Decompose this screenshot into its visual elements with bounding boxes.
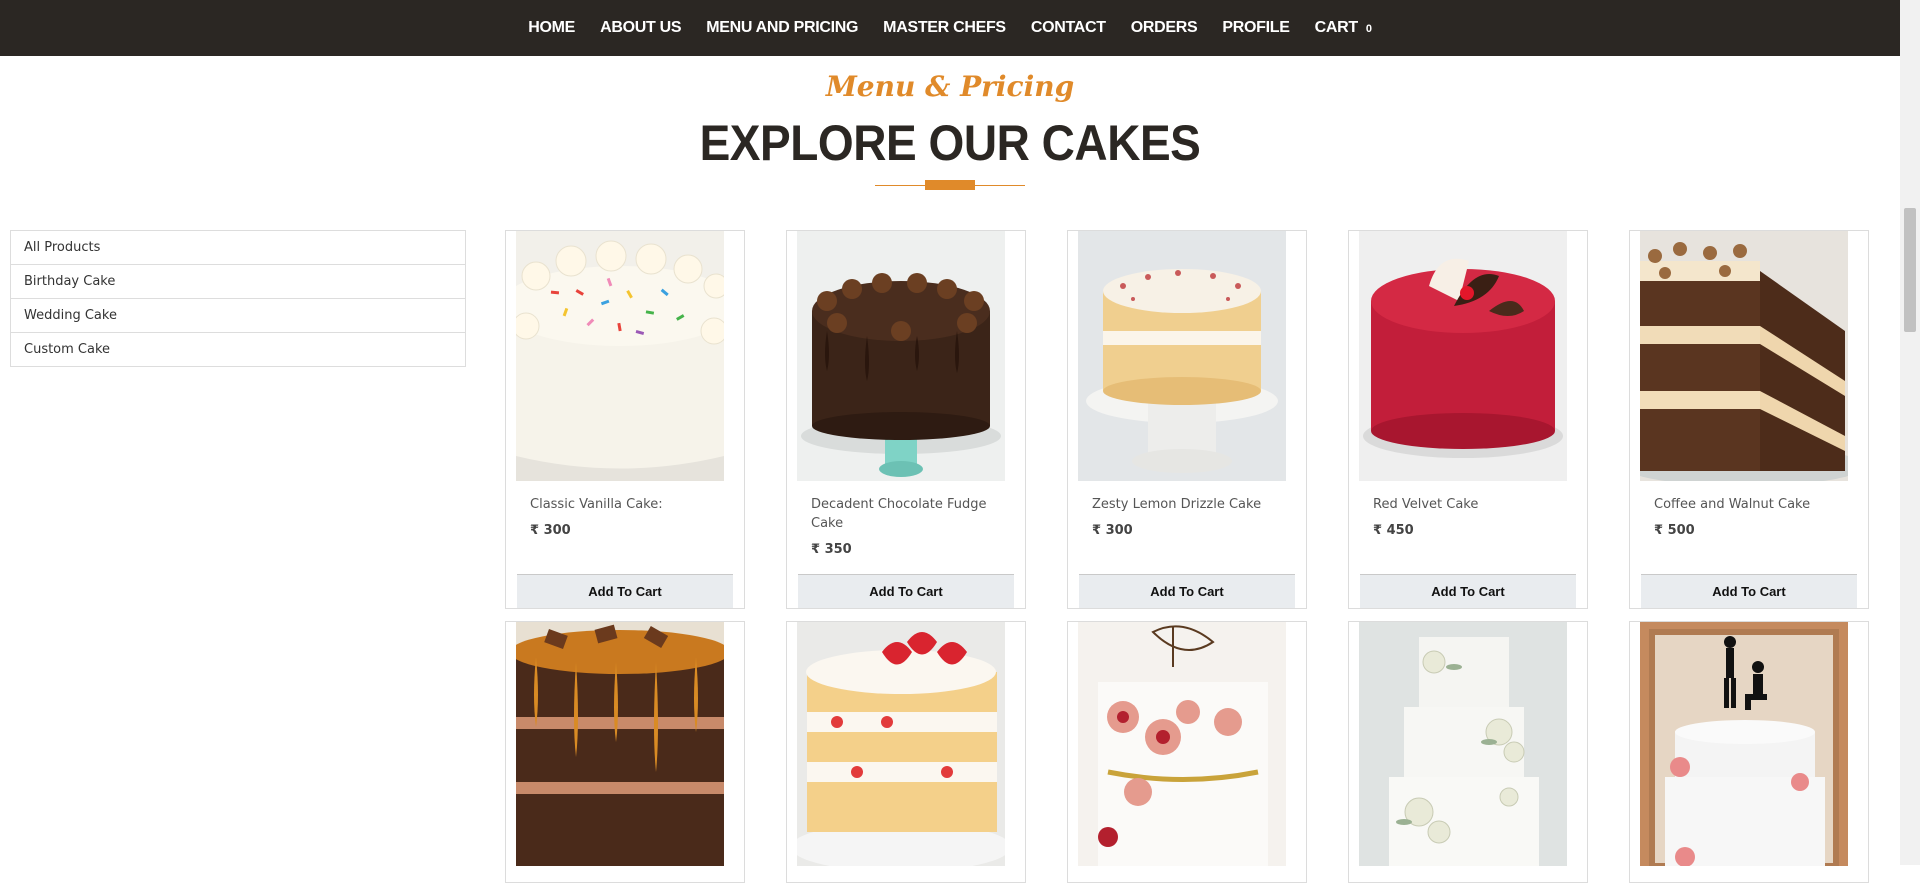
heading-divider bbox=[875, 180, 1025, 190]
scrollbar-thumb[interactable] bbox=[1904, 208, 1916, 332]
nav-cart[interactable]: CART 0 bbox=[1315, 19, 1372, 37]
add-to-cart-button[interactable]: Add To Cart bbox=[517, 574, 733, 608]
product-image[interactable] bbox=[1359, 231, 1567, 481]
nav-contact[interactable]: CONTACT bbox=[1031, 19, 1106, 37]
nav-profile[interactable]: PROFILE bbox=[1222, 19, 1290, 37]
product-price: ₹ 350 bbox=[811, 542, 852, 557]
add-to-cart-button[interactable]: Add To Cart bbox=[1360, 574, 1576, 608]
product-card bbox=[786, 621, 1026, 883]
cart-count-badge: 0 bbox=[1365, 23, 1372, 35]
main-navbar: HOME ABOUT US MENU AND PRICING MASTER CH… bbox=[0, 0, 1900, 56]
category-custom-cake[interactable]: Custom Cake bbox=[11, 333, 465, 366]
product-card: Decadent Chocolate Fudge Cake ₹ 350 Add … bbox=[786, 230, 1026, 609]
product-card bbox=[1348, 621, 1588, 883]
add-to-cart-button[interactable]: Add To Cart bbox=[1641, 574, 1857, 608]
product-name: Decadent Chocolate Fudge Cake bbox=[811, 497, 987, 531]
product-card: Red Velvet Cake ₹ 450 Add To Cart bbox=[1348, 230, 1588, 609]
section-subtitle: Menu & Pricing bbox=[825, 70, 1075, 103]
product-price: ₹ 300 bbox=[1092, 523, 1133, 538]
add-to-cart-button[interactable]: Add To Cart bbox=[798, 574, 1014, 608]
product-card: Coffee and Walnut Cake ₹ 500 Add To Cart bbox=[1629, 230, 1869, 609]
product-image[interactable] bbox=[797, 231, 1005, 481]
add-to-cart-button[interactable]: Add To Cart bbox=[1079, 574, 1295, 608]
product-card bbox=[1067, 621, 1307, 883]
product-image[interactable] bbox=[1640, 622, 1848, 866]
product-name: Coffee and Walnut Cake bbox=[1654, 497, 1811, 512]
product-name: Zesty Lemon Drizzle Cake bbox=[1092, 497, 1262, 512]
product-card bbox=[505, 621, 745, 883]
section-title: EXPLORE OUR CAKES bbox=[699, 115, 1201, 171]
product-image[interactable] bbox=[1640, 231, 1848, 481]
category-list: All Products Birthday Cake Wedding Cake … bbox=[10, 230, 466, 367]
nav-home[interactable]: HOME bbox=[528, 19, 575, 37]
product-image[interactable] bbox=[516, 231, 724, 481]
category-all-products[interactable]: All Products bbox=[11, 231, 465, 265]
product-card: Classic Vanilla Cake: ₹ 300 Add To Cart bbox=[505, 230, 745, 609]
product-name: Red Velvet Cake bbox=[1373, 497, 1479, 512]
nav-cart-label: CART bbox=[1314, 19, 1359, 36]
product-card bbox=[1629, 621, 1869, 883]
nav-menu-and-pricing[interactable]: MENU AND PRICING bbox=[706, 19, 858, 37]
product-image[interactable] bbox=[1078, 231, 1286, 481]
page-scrollbar[interactable] bbox=[1900, 0, 1920, 865]
product-price: ₹ 500 bbox=[1654, 523, 1695, 538]
product-price: ₹ 450 bbox=[1373, 523, 1414, 538]
nav-orders[interactable]: ORDERS bbox=[1131, 19, 1198, 37]
product-card: Zesty Lemon Drizzle Cake ₹ 300 Add To Ca… bbox=[1067, 230, 1307, 609]
product-name: Classic Vanilla Cake: bbox=[530, 497, 663, 512]
category-birthday-cake[interactable]: Birthday Cake bbox=[11, 265, 465, 299]
nav-about-us[interactable]: ABOUT US bbox=[600, 19, 681, 37]
category-wedding-cake[interactable]: Wedding Cake bbox=[11, 299, 465, 333]
product-image[interactable] bbox=[1359, 622, 1567, 866]
product-image[interactable] bbox=[797, 622, 1005, 866]
product-image[interactable] bbox=[1078, 622, 1286, 866]
product-image[interactable] bbox=[516, 622, 724, 866]
nav-master-chefs[interactable]: MASTER CHEFS bbox=[883, 19, 1006, 37]
product-price: ₹ 300 bbox=[530, 523, 571, 538]
